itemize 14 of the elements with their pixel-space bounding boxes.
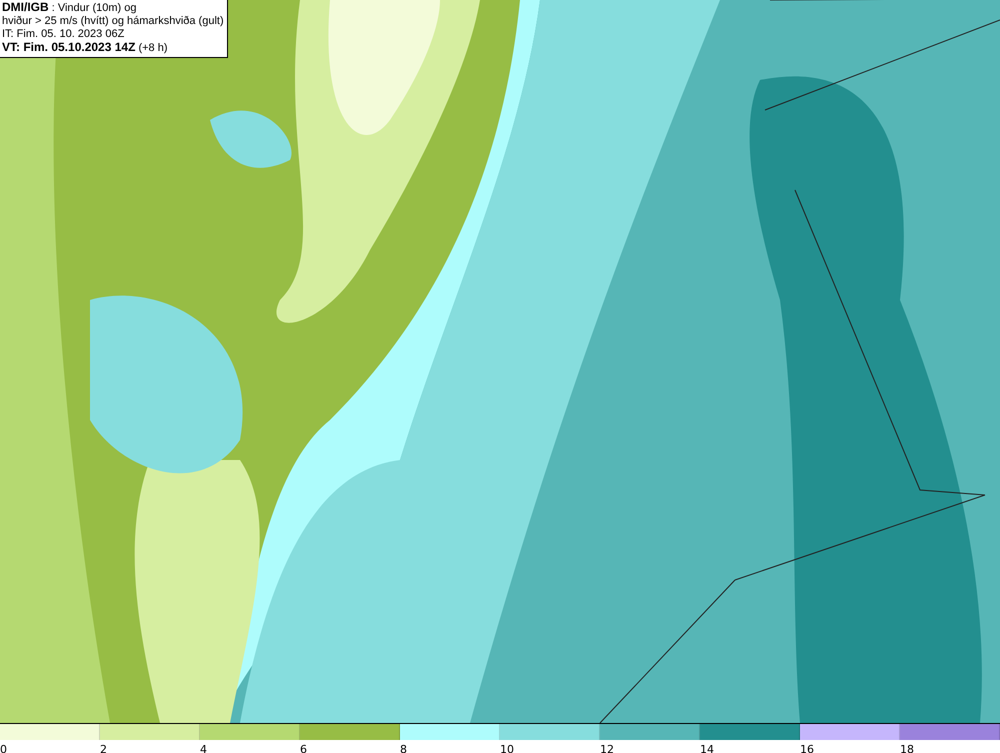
title-line: DMI/IGB : Vindur (10m) og <box>2 1 138 15</box>
legend-label: 16 <box>800 743 814 753</box>
legend-label: 4 <box>200 743 207 753</box>
legend-label: 12 <box>600 743 614 753</box>
title-line: VT: Fim. 05.10.2023 14Z (+8 h) <box>2 41 169 55</box>
title-line: IT: Fim. 05. 10. 2023 06Z <box>2 28 126 41</box>
legend-label: 0 <box>0 743 7 753</box>
legend-label: 8 <box>400 743 407 753</box>
legend-label: 6 <box>300 743 307 753</box>
legend-label: 14 <box>700 743 714 753</box>
legend-label: 18 <box>900 743 914 753</box>
legend-label: 2 <box>100 743 107 753</box>
legend-label: 10 <box>500 743 514 753</box>
title-line: hviður > 25 m/s (hvítt) og hámarkshviða (gult) <box>2 15 224 28</box>
